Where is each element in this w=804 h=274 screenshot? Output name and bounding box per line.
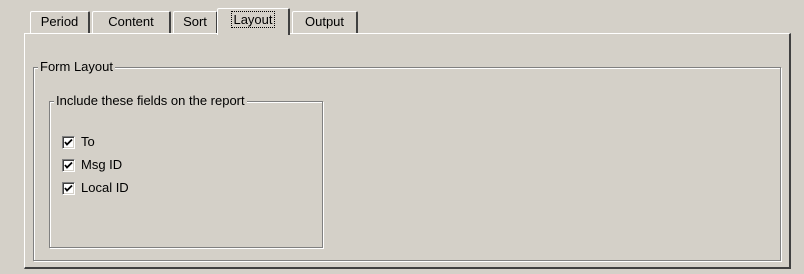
- tab-period[interactable]: Period: [30, 11, 90, 33]
- checkbox-local-id-label: Local ID: [81, 180, 129, 195]
- tab-sort-label: Sort: [183, 14, 207, 29]
- include-fields-group-title: Include these fields on the report: [54, 93, 247, 109]
- checkbox-local-id[interactable]: Local ID: [62, 180, 129, 196]
- tab-sort[interactable]: Sort: [173, 11, 218, 33]
- checkbox-to-box[interactable]: [62, 135, 75, 149]
- include-fields-group: Include these fields on the report: [49, 93, 323, 248]
- checkmark-icon: [64, 184, 73, 192]
- checkbox-msg-id-label: Msg ID: [81, 157, 123, 172]
- tab-output[interactable]: Output: [292, 11, 358, 33]
- checkbox-msg-id-box[interactable]: [62, 158, 75, 172]
- tab-content-label: Content: [108, 14, 154, 29]
- tab-layout[interactable]: Layout: [217, 8, 290, 35]
- checkmark-icon: [64, 161, 73, 169]
- tab-output-label: Output: [304, 14, 345, 29]
- checkbox-local-id-box[interactable]: [62, 181, 75, 195]
- checkbox-to-label: To: [81, 134, 95, 149]
- tab-layout-label: Layout: [231, 11, 275, 28]
- form-layout-group-title: Form Layout: [38, 59, 115, 75]
- tab-period-label: Period: [40, 14, 79, 29]
- checkbox-to[interactable]: To: [62, 134, 95, 150]
- checkbox-msg-id[interactable]: Msg ID: [62, 157, 122, 173]
- checkmark-icon: [64, 138, 73, 146]
- tab-content[interactable]: Content: [92, 11, 171, 33]
